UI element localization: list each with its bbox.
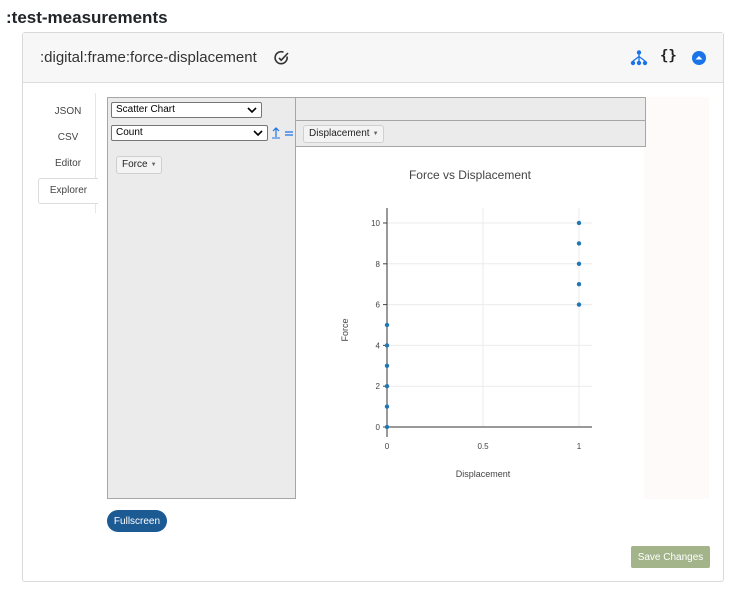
y-tick-label: 0 [376, 423, 381, 432]
fullscreen-button[interactable]: Fullscreen [107, 510, 167, 532]
chart-title: Force vs Displacement [409, 168, 532, 182]
column-area-divider [296, 120, 645, 121]
y-tick-label: 4 [376, 341, 381, 350]
column-field-label: Displacement [309, 128, 370, 139]
data-point [384, 424, 390, 430]
y-tick-label: 2 [376, 382, 381, 391]
view-tabs: JSON CSV Editor Explorer [38, 99, 98, 204]
dropdown-triangle-icon: ▼ [150, 162, 157, 168]
y-tick-label: 10 [371, 219, 380, 228]
data-point [384, 384, 390, 389]
pivot-explorer: Scatter Chart Count Force ▼ Displacement… [107, 97, 709, 499]
data-point [576, 302, 582, 307]
data-point [384, 322, 390, 328]
braces-icon[interactable]: {} [660, 48, 677, 64]
chevron-down-icon [247, 107, 257, 114]
row-order-icon[interactable] [284, 127, 294, 139]
tab-editor[interactable]: Editor [38, 151, 98, 177]
pivot-controls-pane: Scatter Chart Count Force ▼ [107, 97, 296, 499]
renderer-select-value: Scatter Chart [116, 104, 175, 115]
scatter-chart[interactable]: Force vs Displacement 0 2 4 6 8 10 0 0.5 1 Displ… [296, 147, 644, 499]
x-axis-label: Displacement [456, 469, 511, 479]
data-point [384, 343, 390, 348]
save-changes-button[interactable]: Save Changes [631, 546, 710, 568]
data-point [576, 220, 582, 226]
plot-area: Force vs Displacement 0 2 4 6 8 10 0 0.5 1 Displ… [296, 147, 644, 499]
tab-json[interactable]: JSON [38, 99, 98, 125]
x-tick-label: 0 [385, 442, 390, 451]
frame-name: :digital:frame:force-displacement [40, 49, 257, 66]
row-field-pill[interactable]: Force ▼ [116, 156, 162, 174]
row-field-label: Force [122, 159, 148, 170]
column-fields-area: Displacement ▼ [295, 97, 646, 147]
data-point [576, 282, 582, 287]
tab-explorer[interactable]: Explorer [38, 178, 98, 204]
data-point [576, 241, 582, 246]
renderer-select[interactable]: Scatter Chart [111, 102, 262, 118]
y-tick-label: 8 [376, 260, 381, 269]
hierarchy-icon[interactable] [630, 49, 648, 67]
chart-axes [386, 208, 592, 437]
data-point [384, 404, 390, 409]
aggregator-select-value: Count [116, 127, 143, 138]
chart-ticks: 0 2 4 6 8 10 0 0.5 1 [371, 219, 582, 451]
x-tick-label: 0.5 [477, 442, 489, 451]
column-field-pill[interactable]: Displacement ▼ [303, 125, 384, 143]
y-axis-label: Force [340, 318, 350, 341]
data-point [576, 261, 582, 266]
dropdown-triangle-icon: ▼ [372, 131, 379, 137]
data-point [384, 363, 390, 368]
edit-check-icon[interactable] [273, 49, 291, 67]
y-tick-label: 6 [376, 301, 381, 310]
chart-grid [386, 208, 592, 428]
tab-csv[interactable]: CSV [38, 125, 98, 151]
sort-order-icon[interactable] [271, 127, 281, 139]
page-title: :test-measurements [6, 8, 168, 27]
frame-header: :digital:frame:force-displacement {} [23, 33, 723, 83]
x-tick-label: 1 [577, 442, 582, 451]
collapse-up-icon[interactable] [690, 49, 708, 67]
aggregator-select[interactable]: Count [111, 125, 268, 141]
frame-card: :digital:frame:force-displacement {} JSO… [22, 32, 724, 582]
chevron-down-icon [253, 130, 263, 137]
